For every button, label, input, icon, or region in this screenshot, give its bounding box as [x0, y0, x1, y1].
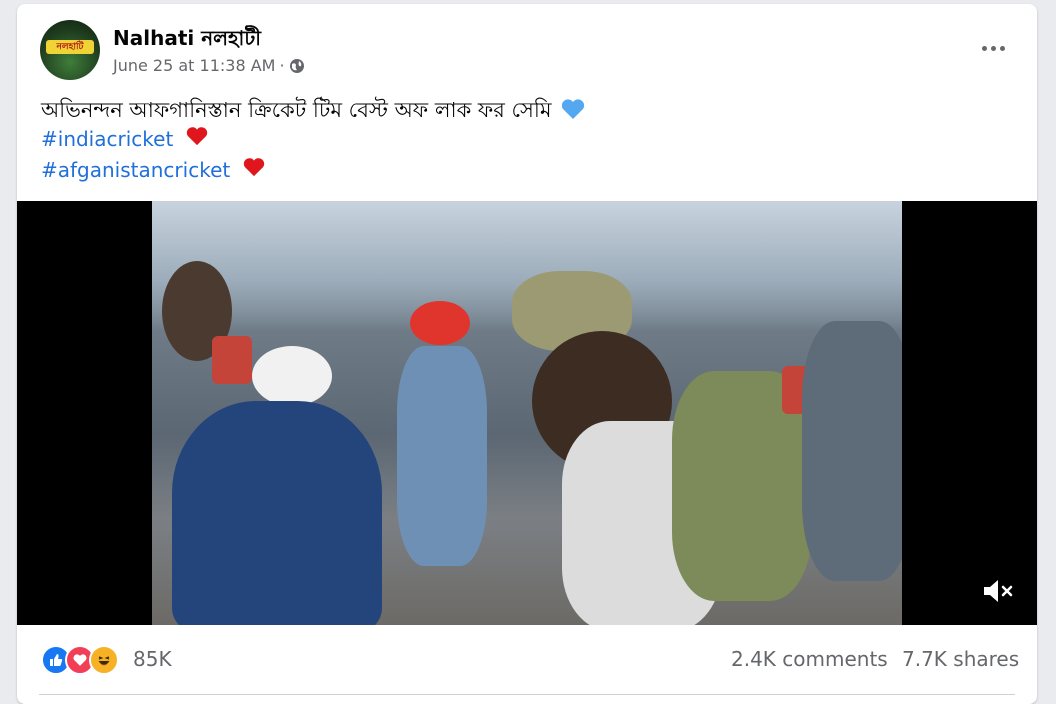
- hashtag-text[interactable]: #afganistancricket: [41, 158, 230, 182]
- shares-count[interactable]: 7.7K shares: [902, 647, 1019, 671]
- hashtag-afganistancricket[interactable]: #afganistancricket: [41, 156, 266, 183]
- reaction-count[interactable]: 85K: [133, 647, 172, 671]
- red-chair-1: [212, 336, 252, 384]
- dot: [981, 45, 987, 51]
- video-player[interactable]: [17, 201, 1037, 625]
- reaction-icons[interactable]: [41, 645, 119, 675]
- dot: [990, 45, 996, 51]
- person-child: [397, 346, 487, 566]
- avatar[interactable]: নলহাটি: [40, 20, 100, 80]
- timestamp[interactable]: June 25 at 11:38 AM: [113, 56, 275, 75]
- globe-icon[interactable]: [289, 58, 305, 74]
- speaker-muted-icon[interactable]: [981, 577, 1015, 605]
- video-frame[interactable]: [152, 201, 902, 625]
- hashtag-text[interactable]: #indiacricket: [41, 127, 173, 151]
- avatar-logo: নলহাটি: [46, 40, 94, 54]
- person-right: [802, 321, 902, 581]
- author-name[interactable]: Nalhati নলহাটী: [113, 24, 261, 57]
- haha-icon: [89, 645, 119, 675]
- blue-heart-icon: [560, 97, 586, 126]
- red-heart-icon: [185, 125, 209, 152]
- red-cap: [410, 301, 470, 345]
- more-options-button[interactable]: [975, 34, 1011, 62]
- red-heart-icon: [242, 156, 266, 183]
- divider: [39, 694, 1015, 695]
- post-body: অভিনন্দন আফগানিস্তান ক্রিকেট টিম বেস্ট অ…: [41, 98, 552, 122]
- post-footer: 85K 2.4K comments 7.7K shares: [17, 625, 1037, 695]
- post-text: অভিনন্দন আফগানিস্তান ক্রিকেট টিম বেস্ট অ…: [41, 94, 586, 129]
- white-cap: [252, 346, 332, 406]
- meta-separator: ·: [279, 56, 285, 75]
- hashtag-indiacricket[interactable]: #indiacricket: [41, 125, 209, 152]
- dot: [999, 45, 1005, 51]
- comments-count[interactable]: 2.4K comments: [731, 647, 888, 671]
- post-meta: June 25 at 11:38 AM ·: [113, 56, 305, 75]
- person-blue-body: [172, 401, 382, 625]
- post-card: নলহাটি Nalhati নলহাটী June 25 at 11:38 A…: [17, 4, 1037, 704]
